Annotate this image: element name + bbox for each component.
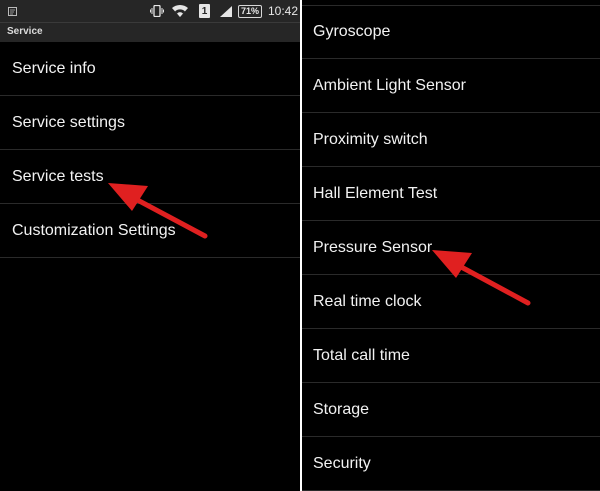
- status-bar: 1 71% 10:42: [0, 0, 300, 22]
- page-title: Service: [7, 26, 43, 37]
- service-tests-item[interactable]: Service tests: [0, 150, 300, 204]
- sim-card-icon: 1: [199, 0, 210, 22]
- phone-screen-right: Gyroscope Ambient Light Sensor Proximity…: [302, 0, 600, 491]
- sim-number: 1: [199, 4, 210, 18]
- vibrate-icon: [150, 0, 164, 22]
- hall-element-test-item[interactable]: Hall Element Test: [302, 167, 600, 221]
- signal-strength-icon: [219, 0, 233, 22]
- storage-item[interactable]: Storage: [302, 383, 600, 437]
- service-menu-list: Service info Service settings Service te…: [0, 42, 300, 258]
- gyroscope-item[interactable]: Gyroscope: [302, 5, 600, 59]
- security-item[interactable]: Security: [302, 437, 600, 491]
- proximity-switch-item[interactable]: Proximity switch: [302, 113, 600, 167]
- real-time-clock-item[interactable]: Real time clock: [302, 275, 600, 329]
- wifi-icon: [171, 0, 189, 22]
- phone-screen-left: 1 71% 10:42 Service Service info Service…: [0, 0, 300, 491]
- service-settings-item[interactable]: Service settings: [0, 96, 300, 150]
- pressure-sensor-item[interactable]: Pressure Sensor: [302, 221, 600, 275]
- total-call-time-item[interactable]: Total call time: [302, 329, 600, 383]
- notification-icon: [8, 0, 17, 22]
- customization-settings-item[interactable]: Customization Settings: [0, 204, 300, 258]
- clock: 10:42: [268, 4, 299, 18]
- battery-level: 71%: [238, 4, 262, 18]
- service-info-item[interactable]: Service info: [0, 42, 300, 96]
- battery-icon: 71%: [238, 0, 262, 22]
- ambient-light-sensor-item[interactable]: Ambient Light Sensor: [302, 59, 600, 113]
- title-bar: Service: [0, 22, 300, 42]
- service-tests-list: Gyroscope Ambient Light Sensor Proximity…: [302, 5, 600, 491]
